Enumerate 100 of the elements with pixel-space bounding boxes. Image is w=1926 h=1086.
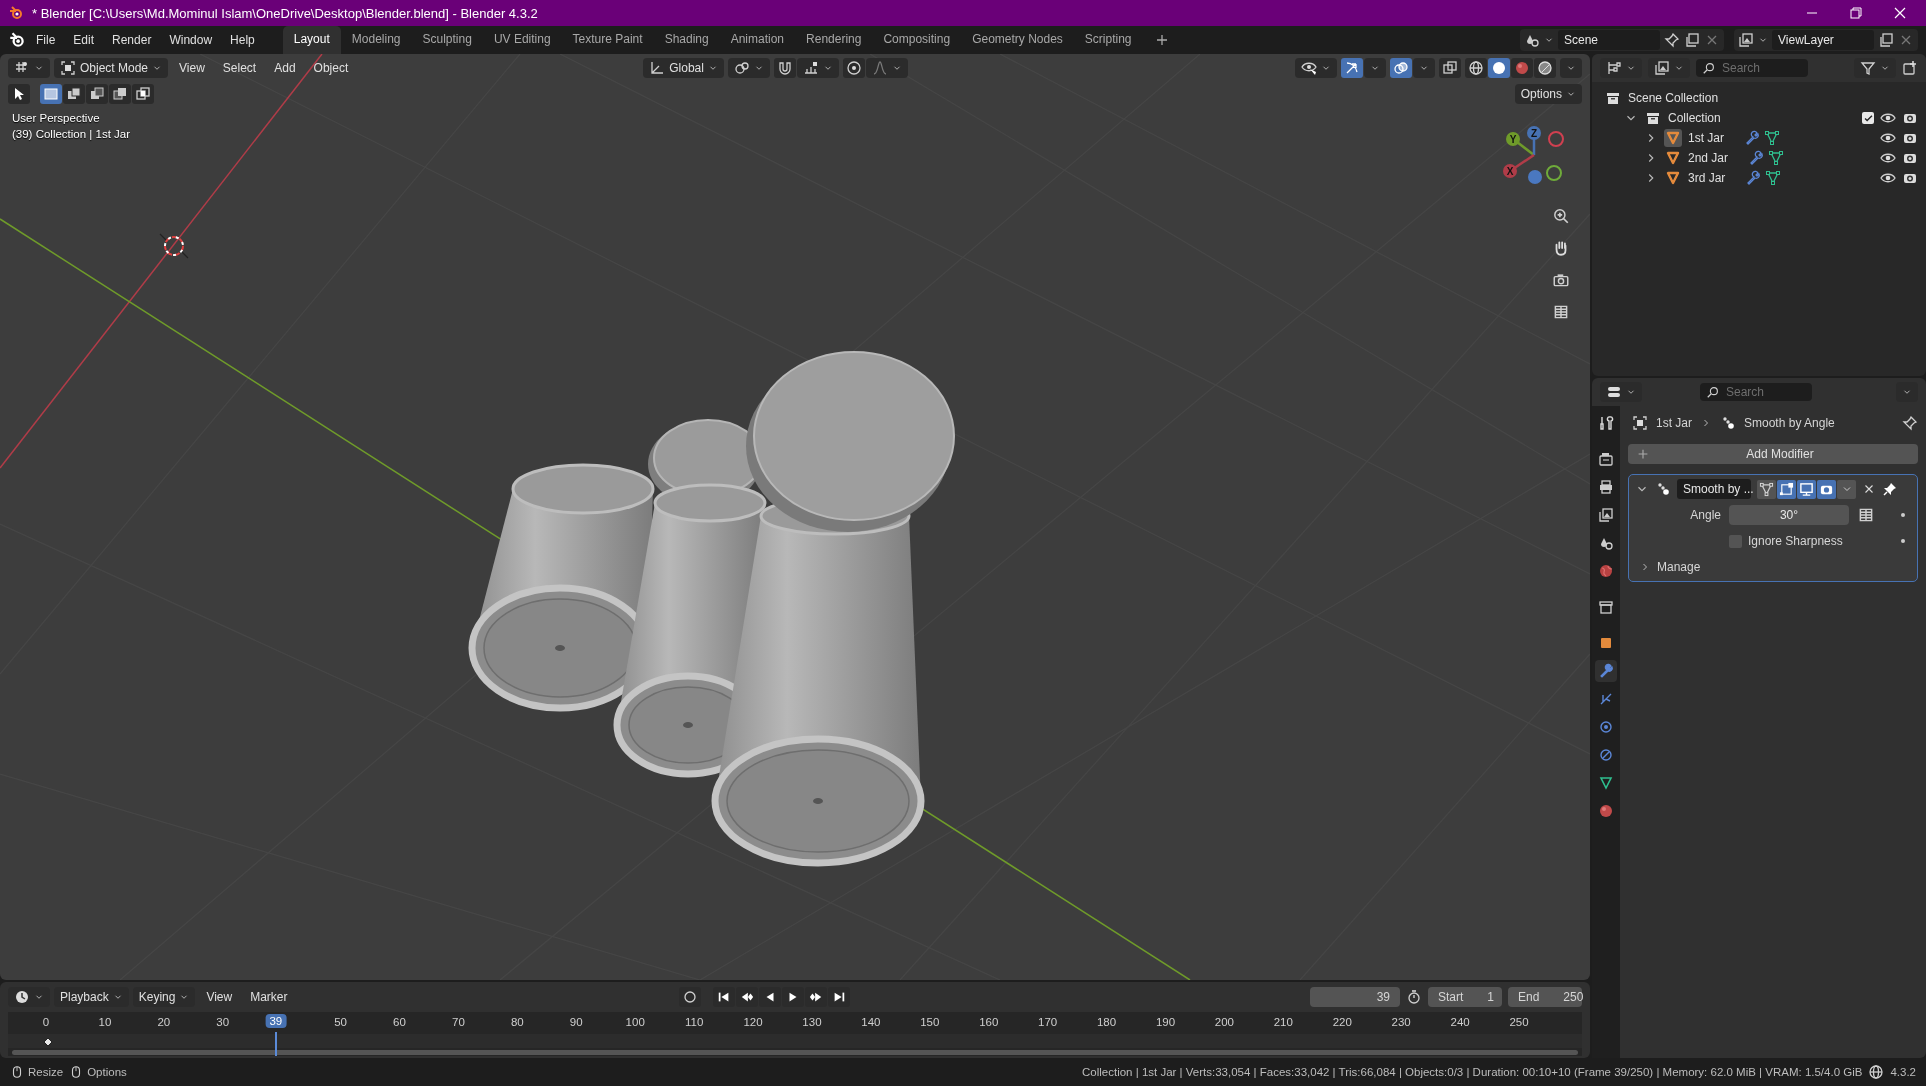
add-modifier-button[interactable]: Add Modifier (1628, 444, 1918, 464)
checkbox-label[interactable]: Ignore Sharpness (1748, 534, 1843, 548)
wrench-icon[interactable] (1745, 170, 1762, 186)
stopwatch-icon[interactable] (1406, 989, 1422, 1005)
vertices-icon[interactable] (1765, 170, 1782, 186)
grid-icon[interactable] (1552, 303, 1570, 321)
tree-item[interactable]: 3rd Jar (1688, 171, 1726, 185)
triangle-icon[interactable] (1664, 149, 1682, 167)
menu-item[interactable]: Add (267, 59, 303, 77)
menu-item[interactable]: Help (222, 30, 263, 50)
menu-item[interactable]: Marker (243, 988, 295, 1006)
tool-button[interactable] (8, 84, 30, 104)
select-mode-button[interactable] (86, 84, 108, 104)
end-field[interactable]: End 250 (1508, 987, 1582, 1007)
modifier-toggle[interactable] (1757, 479, 1776, 499)
shading-button[interactable] (1534, 58, 1556, 78)
next-keyframe-icon[interactable] (808, 990, 823, 1004)
pin-icon[interactable] (1882, 481, 1898, 497)
modifier-toggle[interactable] (1777, 479, 1796, 499)
workspace-tab[interactable]: Compositing (872, 26, 962, 54)
xray-toggle[interactable] (1439, 58, 1461, 78)
new-collection-icon[interactable] (1902, 60, 1918, 76)
properties-tab[interactable] (1595, 660, 1617, 682)
checkbox[interactable] (1729, 534, 1742, 548)
visibility-dropdown[interactable] (1295, 58, 1337, 78)
select-mode-button[interactable] (132, 84, 154, 104)
select-mode-button[interactable] (109, 84, 131, 104)
workspace-tab[interactable]: Texture Paint (561, 26, 654, 54)
snap-toggle[interactable] (773, 58, 796, 78)
vertices-icon[interactable] (1764, 130, 1780, 146)
pin-icon[interactable] (1664, 32, 1680, 48)
pivot-dropdown[interactable] (727, 58, 770, 78)
tree-item[interactable]: Collection (1668, 111, 1721, 125)
3d-cursor-icon[interactable] (159, 233, 189, 259)
display-mode-button[interactable] (1600, 58, 1642, 78)
shading-button[interactable] (1465, 58, 1487, 78)
menu-item[interactable]: Object (306, 59, 356, 77)
grid-icon[interactable] (1857, 506, 1875, 524)
modifier-name-field[interactable]: Smooth by ... (1677, 479, 1751, 499)
playhead-frame[interactable]: 39 (265, 1014, 287, 1028)
playhead-line[interactable] (274, 1032, 277, 1056)
scene-field[interactable]: Scene (1558, 30, 1660, 50)
search-field[interactable]: Search (1696, 59, 1808, 77)
copy-icon[interactable] (1878, 32, 1894, 48)
workspace-tab[interactable]: Geometry Nodes (961, 26, 1074, 54)
menu-item[interactable]: Edit (65, 30, 103, 50)
editor-type-button[interactable] (8, 987, 50, 1007)
checkbox[interactable] (1862, 112, 1874, 124)
workspace-tab[interactable]: Scripting (1073, 26, 1143, 54)
wrench-icon[interactable] (1744, 130, 1760, 146)
camera-icon[interactable] (1552, 271, 1570, 289)
options-dropdown[interactable]: Options (1514, 84, 1582, 104)
view-layer-field[interactable]: ViewLayer (1772, 30, 1874, 50)
restore-icon[interactable] (1848, 5, 1864, 21)
subpanel-header[interactable]: Manage (1657, 560, 1701, 574)
menu-item[interactable]: Window (161, 30, 221, 50)
modifier-toggle[interactable] (1817, 479, 1836, 499)
tree-item[interactable]: Scene Collection (1628, 91, 1719, 105)
menu-item[interactable]: Select (215, 59, 264, 77)
start-field[interactable]: Start 1 (1428, 987, 1502, 1007)
overlay-toggle[interactable] (1390, 58, 1412, 78)
keyframe-icon[interactable] (43, 1037, 53, 1047)
triangle-icon[interactable] (1664, 129, 1682, 147)
tree-item[interactable]: 2nd Jar (1688, 151, 1729, 165)
tree-item[interactable]: 1st Jar (1688, 131, 1724, 145)
editor-type-button[interactable] (1600, 382, 1642, 402)
wrench-icon[interactable] (1748, 150, 1765, 166)
shading-button[interactable] (1511, 58, 1533, 78)
view-layer-button[interactable] (1648, 58, 1690, 78)
close-icon[interactable] (1892, 5, 1908, 21)
workspace-tab[interactable]: UV Editing (482, 26, 562, 54)
jump-start-icon[interactable] (716, 990, 731, 1004)
pin-icon[interactable] (1902, 415, 1918, 431)
menu-item[interactable]: Render (104, 30, 160, 50)
workspace-tab[interactable]: Animation (719, 26, 796, 54)
previous-keyframe-icon[interactable] (739, 990, 754, 1004)
frame-field[interactable]: 39 (1310, 987, 1400, 1007)
search-field[interactable]: Search (1700, 383, 1812, 401)
orientation-dropdown[interactable]: Global (643, 58, 724, 78)
zoom-icon[interactable] (1552, 207, 1570, 225)
workspace-tab[interactable]: Sculpting (411, 26, 483, 54)
images-icon[interactable] (1738, 32, 1754, 48)
snap-dropdown[interactable] (796, 58, 839, 78)
workspace-tab[interactable]: Rendering (795, 26, 873, 54)
filter-button[interactable] (1854, 58, 1896, 78)
editor-type-button[interactable] (8, 58, 50, 78)
vertices-icon[interactable] (1768, 150, 1785, 166)
workspace-tab[interactable]: Layout (282, 26, 341, 54)
navigation-gizmo[interactable] (1503, 126, 1564, 184)
menu-dropdown[interactable]: Playback (54, 987, 129, 1007)
record-button[interactable] (678, 987, 701, 1007)
menu-dropdown[interactable]: Keying (132, 987, 196, 1007)
angle-field[interactable]: 30° (1729, 505, 1849, 525)
menu-item[interactable]: View (172, 59, 212, 77)
gizmo-toggle[interactable] (1341, 58, 1363, 78)
proportional-toggle[interactable] (842, 58, 865, 78)
mode-dropdown[interactable]: Object Mode (54, 58, 169, 78)
menu-item[interactable]: View (199, 988, 240, 1006)
modifier-toggle[interactable] (1797, 479, 1816, 499)
triangle-icon[interactable] (1664, 169, 1682, 187)
